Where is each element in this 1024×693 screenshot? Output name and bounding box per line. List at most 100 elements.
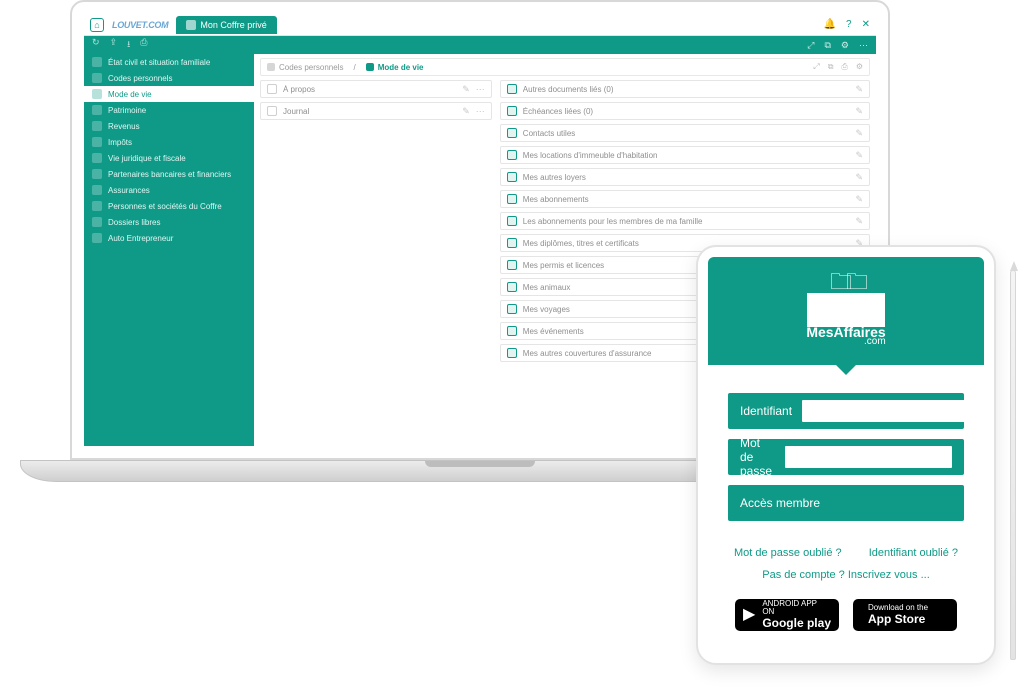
sidebar-item-label: Codes personnels: [108, 74, 172, 83]
toolbar-copy-icon[interactable]: ⧉: [824, 40, 830, 51]
card-label: Journal: [283, 107, 456, 116]
list-item[interactable]: Les abonnements pour les membres de ma f…: [500, 212, 870, 230]
list-item[interactable]: Mes abonnements✎: [500, 190, 870, 208]
sidebar-item-icon: [92, 201, 102, 211]
close-icon[interactable]: ✕: [862, 19, 870, 30]
edit-icon[interactable]: ✎: [855, 84, 863, 95]
edit-icon[interactable]: ✎: [855, 106, 863, 117]
toolbar-action-print-icon[interactable]: ⎙: [140, 37, 147, 53]
brand-main: Gerer: [807, 293, 886, 327]
sidebar-item[interactable]: Personnes et sociétés du Coffre: [84, 198, 254, 214]
identifier-row: Identifiant: [728, 393, 964, 429]
breadcrumb-level2[interactable]: Mode de vie: [366, 63, 424, 72]
list-item[interactable]: Contacts utiles ✎: [500, 124, 870, 142]
card-label: Mes autres loyers: [523, 173, 850, 182]
more-icon[interactable]: ⋯: [476, 84, 485, 95]
card-icon: [507, 106, 517, 116]
apple-top: Download on the: [868, 603, 928, 612]
toolbar-print-icon[interactable]: ⎙: [841, 62, 847, 72]
sidebar-item[interactable]: Vie juridique et fiscale: [84, 150, 254, 166]
card-icon: [507, 348, 517, 358]
title-tab[interactable]: Mon Coffre privé: [176, 16, 276, 34]
more-icon[interactable]: ⋯: [476, 106, 485, 117]
edit-icon[interactable]: ✎: [462, 106, 470, 117]
sidebar-item[interactable]: Impôts: [84, 134, 254, 150]
toolbar-action-download-icon[interactable]: ⭳: [127, 37, 130, 53]
sidebar-item-label: Dossiers libres: [108, 218, 160, 227]
toolbar-expand-icon[interactable]: ⤢: [807, 40, 814, 51]
password-label: Mot de passe: [740, 436, 775, 478]
sidebar-item[interactable]: Patrimoine: [84, 102, 254, 118]
brand-dotcom: .com: [864, 337, 886, 347]
app-toolbar: ↻ ⇪ ⭳ ⎙ ⤢ ⧉ ⚙ ⋯: [84, 36, 876, 54]
edit-icon[interactable]: ✎: [855, 194, 863, 205]
toolbar-expand-icon[interactable]: ⤢: [813, 62, 819, 72]
google-play-icon: ▶: [743, 606, 755, 624]
toolbar-settings-icon[interactable]: ⚙: [856, 62, 863, 72]
signup-link[interactable]: Pas de compte ? Inscrivez vous ...: [762, 569, 930, 581]
sidebar-item[interactable]: Partenaires bancaires et financiers: [84, 166, 254, 182]
google-play-badge[interactable]: ▶ ANDROID APP ON Google play: [735, 599, 839, 631]
edit-icon[interactable]: ✎: [855, 172, 863, 183]
sidebar-item[interactable]: État civil et situation familiale: [84, 54, 254, 70]
list-item[interactable]: Échéances liées (0)✎: [500, 102, 870, 120]
list-item[interactable]: Autres documents liés (0) ✎: [500, 80, 870, 98]
sidebar-item[interactable]: Codes personnels: [84, 70, 254, 86]
sidebar-item-label: Revenus: [108, 122, 140, 131]
sidebar-item-label: Vie juridique et fiscale: [108, 154, 186, 163]
card-icon: [507, 326, 517, 336]
forgot-password-link[interactable]: Mot de passe oublié ?: [734, 547, 842, 559]
password-input[interactable]: [785, 446, 952, 468]
edit-icon[interactable]: ✎: [855, 216, 863, 227]
list-item[interactable]: Mes autres loyers ✎: [500, 168, 870, 186]
brand-banner: 🗀🗀 Gerer MesAffaires .com: [708, 257, 984, 365]
submit-label: Accès membre: [740, 496, 820, 510]
sidebar-item-icon: [92, 153, 102, 163]
edit-icon[interactable]: ✎: [855, 150, 863, 161]
card-label: Autres documents liés (0): [523, 85, 850, 94]
identifier-input[interactable]: [802, 400, 969, 422]
login-links: Mot de passe oublié ? Identifiant oublié…: [708, 531, 984, 587]
sidebar-item[interactable]: Dossiers libres: [84, 214, 254, 230]
breadcrumb-level1[interactable]: Codes personnels: [267, 63, 343, 72]
bell-icon[interactable]: 🔔: [824, 19, 836, 30]
sidebar-item-label: Auto Entrepreneur: [108, 234, 173, 243]
toolbar-action-share-icon[interactable]: ⇪: [110, 37, 118, 53]
avatar-icon: [186, 20, 196, 30]
sidebar-item-label: Impôts: [108, 138, 132, 147]
help-icon[interactable]: ?: [846, 19, 852, 30]
toolbar-settings-icon[interactable]: ⚙: [841, 40, 849, 51]
card-icon: [507, 238, 517, 248]
edit-icon[interactable]: ✎: [462, 84, 470, 95]
list-item[interactable]: À propos✎⋯: [260, 80, 492, 98]
sidebar-item[interactable]: Mode de vie: [84, 86, 254, 102]
tablet-device: 🗀🗀 Gerer MesAffaires .com Identifiant Mo…: [696, 245, 996, 665]
sidebar-item-label: Assurances: [108, 186, 150, 195]
forgot-identifier-link[interactable]: Identifiant oublié ?: [869, 547, 958, 559]
card-icon: [507, 304, 517, 314]
app-titlebar: ⌂ LOUVET.COM Mon Coffre privé 🔔 ? ✕: [84, 14, 876, 36]
card-icon: [507, 260, 517, 270]
list-item[interactable]: Journal ✎ ⋯: [260, 102, 492, 120]
app-store-badge[interactable]: Download on the App Store: [853, 599, 957, 631]
submit-button[interactable]: Accès membre: [728, 485, 964, 521]
card-label: Contacts utiles: [523, 129, 850, 138]
sidebar-item[interactable]: Auto Entrepreneur: [84, 230, 254, 246]
toolbar-copy-icon[interactable]: ⧉: [828, 62, 834, 72]
sidebar-item-label: État civil et situation familiale: [108, 58, 210, 67]
home-icon[interactable]: ⌂: [90, 18, 104, 32]
sidebar-item[interactable]: Assurances: [84, 182, 254, 198]
toolbar-action-refresh-icon[interactable]: ↻: [92, 37, 100, 53]
sidebar-item-icon: [92, 121, 102, 131]
sidebar-item-icon: [92, 73, 102, 83]
password-row: Mot de passe: [728, 439, 964, 475]
title-tab-label: Mon Coffre privé: [200, 20, 266, 30]
card-icon: [507, 172, 517, 182]
card-icon: [507, 216, 517, 226]
edit-icon[interactable]: ✎: [855, 128, 863, 139]
store-badges: ▶ ANDROID APP ON Google play Download on…: [708, 587, 984, 637]
sidebar-item-icon: [92, 233, 102, 243]
toolbar-more-icon[interactable]: ⋯: [859, 40, 868, 51]
list-item[interactable]: Mes locations d'immeuble d'habitation✎: [500, 146, 870, 164]
sidebar-item[interactable]: Revenus: [84, 118, 254, 134]
